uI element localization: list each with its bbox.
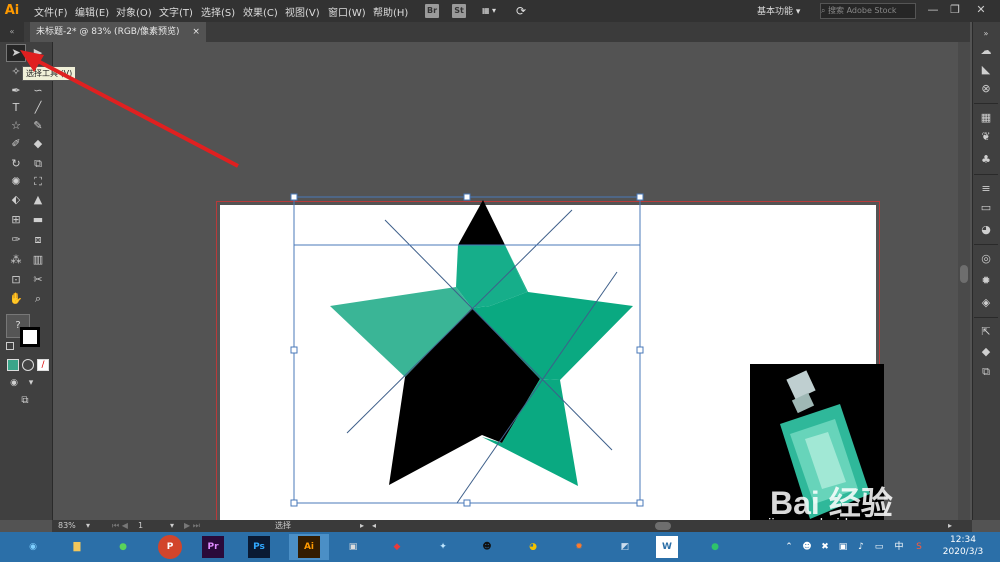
taskbar-app-bird[interactable]: ✦ [428,534,458,560]
taskbar-qq[interactable]: ☻ [472,534,502,560]
draw-normal-icon[interactable]: ◉ [5,375,23,391]
mesh-tool[interactable]: ⊞ [7,212,25,228]
shape-builder-tool[interactable]: ⬖ [7,192,25,208]
tray-app-icon[interactable]: ✖ [818,540,832,554]
none-mode-icon[interactable]: ∕ [37,359,49,371]
resize-handle [290,499,298,507]
links-icon[interactable]: ⊗ [977,81,995,97]
resize-handle [290,346,298,354]
graphic-styles-icon[interactable]: ✹ [977,273,995,289]
taskbar-clock[interactable]: 12:34 2020/3/3 [930,534,996,558]
collapse-right-panel-icon[interactable]: » [977,26,995,42]
panel-separator [974,317,998,318]
symbols-icon[interactable]: ♣ [977,152,995,168]
resize-handle [290,193,298,201]
scroll-right-icon[interactable]: ▸ [948,520,952,532]
transparency-panel-icon[interactable]: ◕ [977,222,995,238]
panel-separator [974,244,998,245]
artboard-tool[interactable]: ⊡ [7,272,25,288]
resize-handle [463,499,471,507]
last-artboard-icon[interactable]: ▶ ⏭ [184,520,200,532]
stroke-panel-icon[interactable]: ≡ [977,181,995,197]
swatches-icon[interactable]: ▦ [977,110,995,126]
screen-mode-icon[interactable]: ⧉ [16,393,34,409]
scroll-left-icon[interactable]: ◂ [372,520,376,532]
resize-handle [636,346,644,354]
taskbar-wechat[interactable]: ● [108,534,138,560]
annotation-arrow [20,50,239,168]
taskbar-photoshop[interactable]: Ps [248,536,270,558]
clock-date: 2020/3/3 [942,547,984,557]
color-guide-icon[interactable]: ◈ [977,295,995,311]
taskbar-app-green[interactable]: ● [700,534,730,560]
tray-network-icon[interactable]: ▣ [836,540,850,554]
image-trace-icon[interactable]: ◣ [977,62,995,78]
resize-handle [636,499,644,507]
zoom-tool[interactable]: ⌕ [29,291,47,307]
taskbar-video-editor[interactable]: ▣ [338,534,368,560]
clock-time: 12:34 [950,535,976,545]
taskbar-illustrator[interactable]: Ai [289,534,329,560]
stroke-swatch[interactable] [20,327,40,347]
tray-volume-icon[interactable]: ♪ [854,540,868,554]
artboards-icon[interactable]: ⧉ [977,364,995,380]
default-colors-icon[interactable] [6,342,14,350]
artboard-dropdown-icon[interactable]: ▾ [170,520,174,532]
draw-behind-icon[interactable]: ▾ [22,375,40,391]
tray-qq-icon[interactable]: ☻ [800,540,814,554]
taskbar-browser-360[interactable]: ◉ [18,534,48,560]
column-graph-tool[interactable]: ▥ [29,252,47,268]
perspective-grid-tool[interactable]: ▲ [29,192,47,208]
tray-ime-icon[interactable]: 中 [892,540,906,554]
blend-tool[interactable]: ⧈ [29,232,47,248]
resize-handle [636,193,644,201]
tray-sogou-icon[interactable]: S [912,540,926,554]
gradient-panel-icon[interactable]: ▭ [977,200,995,216]
tray-battery-icon[interactable]: ▭ [872,540,886,554]
first-artboard-icon[interactable]: ⏮ ◀ [112,520,128,532]
status-bar: 83% ▾ ⏮ ◀ 1 ▾ ▶ ⏭ 选择 ▸ ◂ ▸ [52,520,972,532]
eyedropper-tool[interactable]: ✑ [7,232,25,248]
panel-separator [974,174,998,175]
resize-handle [463,193,471,201]
hand-tool[interactable]: ✋ [7,291,25,307]
libraries-icon[interactable]: ☁ [977,43,995,59]
taskbar-powerpoint[interactable]: P [158,535,182,559]
artboard-number[interactable]: 1 [138,520,143,532]
taskbar-file-explorer[interactable]: ▇ [62,534,92,560]
color-mode-icon[interactable] [7,359,19,371]
illustrator-app-icon: Ai [298,536,320,558]
zoom-level[interactable]: 83% [58,520,76,532]
star-top-tip [458,200,505,245]
taskbar-app-orange[interactable]: ✹ [564,534,594,560]
horizontal-scroll-thumb[interactable] [655,522,671,530]
status-menu-icon[interactable]: ▸ [360,520,364,532]
current-tool-status: 选择 [275,521,291,530]
appearance-panel-icon[interactable]: ◎ [977,251,995,267]
taskbar-chrome[interactable]: ◕ [518,534,548,560]
taskbar-app-blue[interactable]: ◩ [610,534,640,560]
taskbar-premiere[interactable]: Pr [202,536,224,558]
layers-icon[interactable]: ◆ [977,344,995,360]
symbol-sprayer-tool[interactable]: ⁂ [7,252,25,268]
brushes-icon[interactable]: ❦ [977,129,995,145]
gradient-mode-icon[interactable] [22,359,34,371]
taskbar-app-red[interactable]: ◆ [382,534,412,560]
panel-separator [974,103,998,104]
zoom-dropdown-icon[interactable]: ▾ [86,520,90,532]
tray-expand-icon[interactable]: ⌃ [782,540,796,554]
gradient-tool[interactable]: ▬ [29,212,47,228]
slice-tool[interactable]: ✂ [29,272,47,288]
taskbar-wps[interactable]: W [656,536,678,558]
export-icon[interactable]: ⇱ [977,324,995,340]
